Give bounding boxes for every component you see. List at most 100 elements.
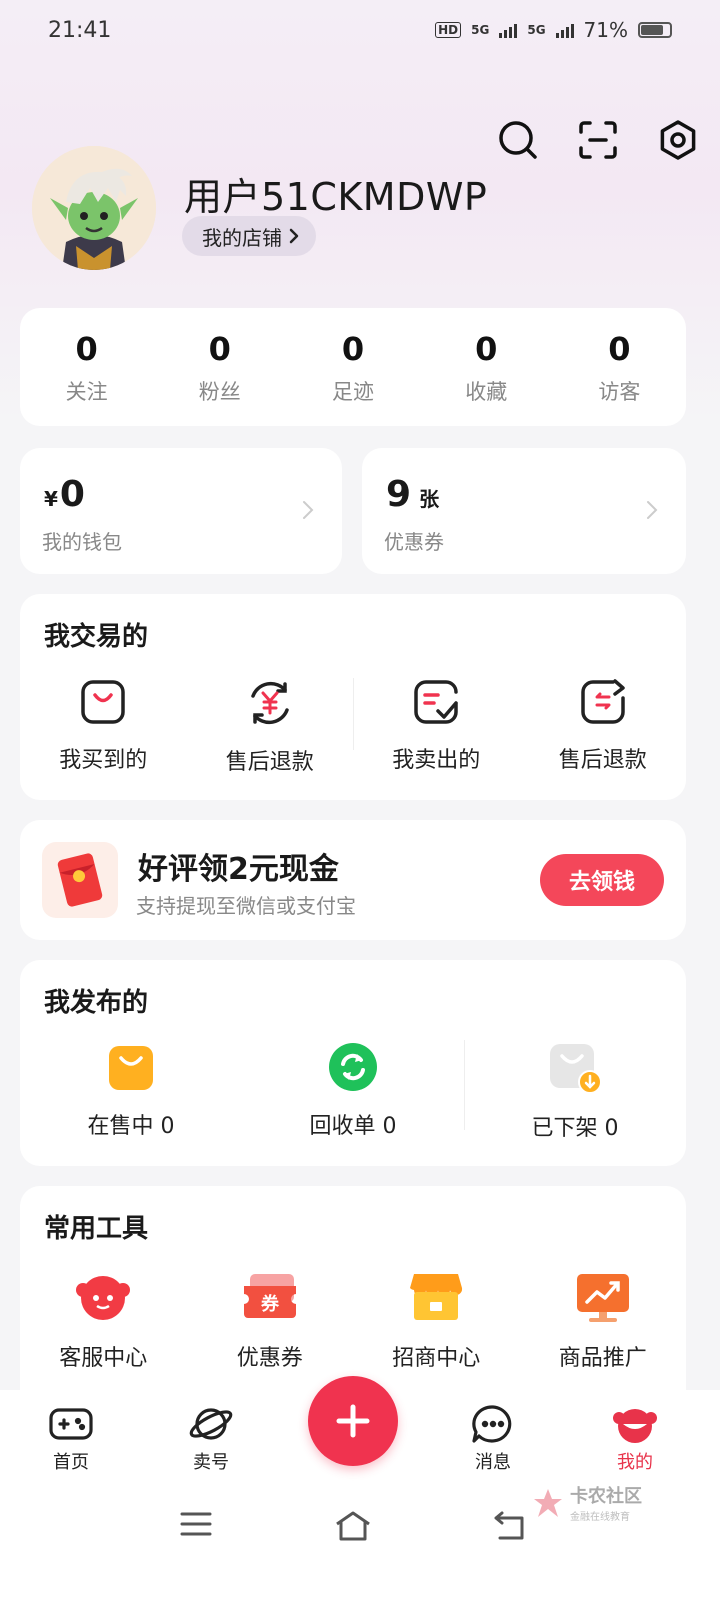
scan-icon[interactable] <box>576 118 620 162</box>
header-actions <box>496 118 700 162</box>
cell-label: 招商中心 <box>392 1346 481 1371</box>
stat-value: 0 <box>608 330 631 368</box>
chat-bubble-icon <box>472 1405 512 1443</box>
sold-list-icon <box>414 680 458 724</box>
customer-service-icon <box>76 1276 131 1320</box>
my-store-label: 我的店铺 <box>202 225 282 250</box>
sold-item[interactable]: 我卖出的 <box>353 678 520 776</box>
cell-label: 售后退款 <box>225 750 314 775</box>
cell-label: 已下架 0 <box>531 1116 619 1141</box>
coupon-tool-item[interactable]: 券 优惠券 <box>187 1270 354 1372</box>
delisted-bag-icon <box>550 1044 602 1094</box>
battery-percent: 71% <box>583 18 628 42</box>
watermark-subtitle: 金融在线教育 <box>570 1512 630 1523</box>
signal-icon <box>499 22 518 38</box>
profile-mascot-icon <box>613 1409 657 1443</box>
stat-follow[interactable]: 0 关注 <box>20 308 153 426</box>
currency-symbol: ¥ <box>44 487 58 511</box>
net2-label: 5G <box>527 23 546 37</box>
cell-label: 优惠券 <box>236 1346 303 1371</box>
cell-label: 商品推广 <box>558 1346 647 1371</box>
stat-favorites[interactable]: 0 收藏 <box>420 308 553 426</box>
section-title: 我发布的 <box>44 988 149 1018</box>
stat-footprint[interactable]: 0 足迹 <box>286 308 419 426</box>
coupon-ticket-icon: 券 <box>243 1274 296 1318</box>
delisted-item[interactable]: 已下架 0 <box>464 1042 686 1142</box>
hd-icon: HD <box>435 22 462 38</box>
refund-yuan-icon <box>251 681 289 725</box>
signal-icon-2 <box>555 22 574 38</box>
avatar[interactable] <box>32 146 156 270</box>
tab-label: 卖号 <box>193 1452 229 1473</box>
bought-item[interactable]: 我买到的 <box>20 678 187 776</box>
tab-home[interactable]: 首页 <box>26 1404 116 1474</box>
status-time: 21:41 <box>48 17 112 43</box>
stat-label: 收藏 <box>465 380 508 404</box>
tab-sell[interactable]: 卖号 <box>166 1404 256 1474</box>
trend-chart-icon <box>576 1274 629 1322</box>
coupon-unit: 张 <box>419 487 440 511</box>
stat-visitors[interactable]: 0 访客 <box>553 308 686 426</box>
home-icon[interactable] <box>334 1510 372 1542</box>
status-bar: 21:41 HD 5G 5G 71% <box>0 0 720 60</box>
stat-value: 0 <box>341 330 365 368</box>
chevron-right-icon <box>303 501 314 519</box>
wallet-card[interactable]: ¥ 0 我的钱包 <box>20 448 342 574</box>
stat-label: 访客 <box>598 380 641 404</box>
planet-icon <box>189 1408 233 1440</box>
refund-return-icon <box>581 679 625 724</box>
menu-icon[interactable] <box>180 1510 212 1538</box>
promo-subtitle: 支持提现至微信或支付宝 <box>136 894 356 918</box>
wallet-balance: 0 <box>59 474 85 515</box>
storefront-icon <box>410 1274 463 1320</box>
wallet-amount: ¥ 0 <box>44 474 85 515</box>
tab-messages[interactable]: 消息 <box>448 1404 538 1474</box>
cell-label: 我卖出的 <box>392 748 481 773</box>
customer-service-item[interactable]: 客服中心 <box>20 1270 187 1372</box>
coupon-label: 优惠券 <box>384 530 444 554</box>
coupon-card[interactable]: 9 张 优惠券 <box>362 448 686 574</box>
cell-label: 售后退款 <box>558 748 647 773</box>
refund-sell-item[interactable]: 售后退款 <box>520 678 687 776</box>
watermark: 卡农社区 金融在线教育 <box>532 1482 642 1523</box>
promo-banner[interactable]: 好评领2元现金 支持提现至微信或支付宝 去领钱 <box>20 820 686 940</box>
back-icon[interactable] <box>492 1510 528 1542</box>
promo-title: 好评领2元现金 <box>138 852 339 887</box>
tab-label: 首页 <box>53 1452 89 1473</box>
search-icon[interactable] <box>496 118 540 162</box>
publish-section: 我发布的 在售中 0 回收单 0 已下架 0 <box>20 960 686 1166</box>
stat-label: 足迹 <box>332 380 374 404</box>
svg-text:券: 券 <box>260 1293 280 1315</box>
section-title: 我交易的 <box>44 622 149 652</box>
cell-label: 我买到的 <box>59 748 148 773</box>
status-indicators: HD 5G 5G 71% <box>435 18 672 42</box>
refund-buy-item[interactable]: 售后退款 <box>187 678 354 776</box>
publish-plus-button[interactable] <box>308 1376 398 1466</box>
bottom-tab-bar: 首页 卖号 消息 我的 卡农社区 金融在线教育 <box>0 1376 720 1600</box>
tools-grid: 客服中心 券 优惠券 招商中心 商品推广 <box>20 1270 686 1372</box>
net1-label: 5G <box>471 23 490 37</box>
battery-icon <box>638 22 672 38</box>
product-promotion-item[interactable]: 商品推广 <box>520 1270 687 1372</box>
claim-cash-button[interactable]: 去领钱 <box>540 854 664 906</box>
cell-label: 客服中心 <box>59 1346 148 1371</box>
chevron-right-icon <box>647 501 658 519</box>
stats-card: 0 关注 0 粉丝 0 足迹 0 收藏 0 访客 <box>20 308 686 426</box>
coupon-number: 9 <box>386 474 412 515</box>
cell-label: 在售中 0 <box>87 1114 175 1139</box>
stat-fans[interactable]: 0 粉丝 <box>153 308 286 426</box>
gamepad-icon <box>49 1408 93 1440</box>
tab-mine[interactable]: 我的 <box>590 1404 680 1474</box>
recycle-icon <box>329 1043 377 1091</box>
shopping-bag-icon <box>81 680 125 724</box>
recycle-order-item[interactable]: 回收单 0 <box>242 1042 464 1142</box>
my-store-button[interactable]: 我的店铺 <box>182 216 316 256</box>
settings-icon[interactable] <box>656 118 700 162</box>
red-envelope-icon <box>42 842 118 918</box>
merchant-center-item[interactable]: 招商中心 <box>353 1270 520 1372</box>
watermark-text-group: 卡农社区 金融在线教育 <box>570 1482 642 1523</box>
plus-icon <box>336 1404 370 1438</box>
on-sale-item[interactable]: 在售中 0 <box>20 1042 242 1142</box>
trade-grid: 我买到的 售后退款 我卖出的 售后退款 <box>20 678 686 776</box>
watermark-logo-icon <box>534 1488 562 1517</box>
